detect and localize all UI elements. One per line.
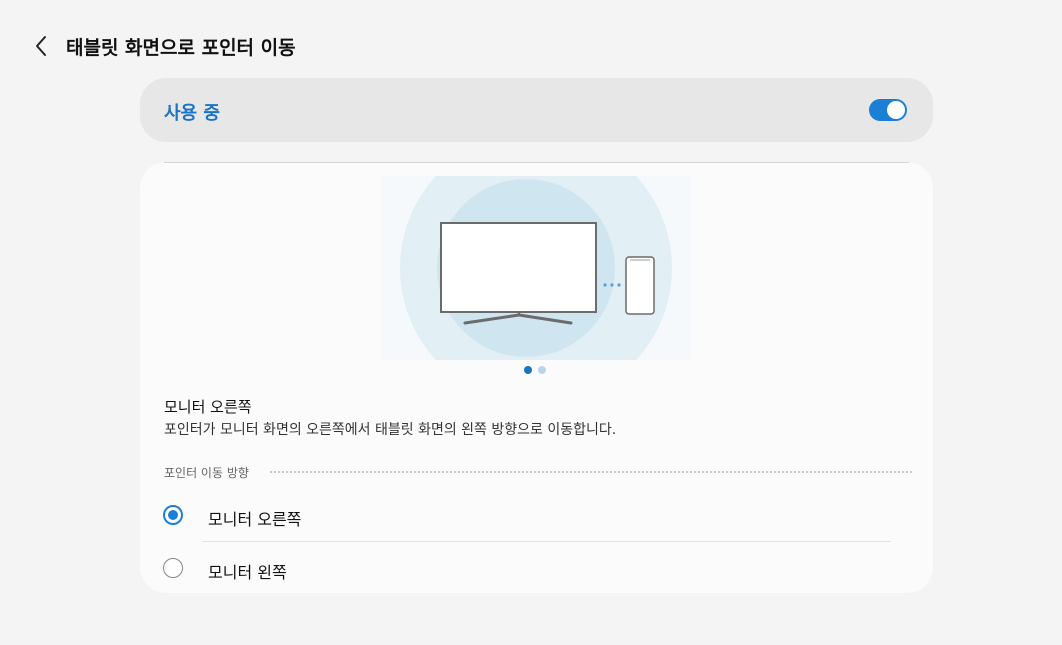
- toggle-knob: [887, 101, 905, 119]
- connection-dots-icon: [603, 283, 621, 287]
- card-top-divider: [164, 162, 909, 163]
- option-monitor-left[interactable]: 모니터 왼쪽: [140, 548, 933, 592]
- option-monitor-right[interactable]: 모니터 오른쪽: [140, 495, 933, 539]
- pager-dot-1[interactable]: [524, 366, 532, 374]
- row-divider: [203, 541, 891, 542]
- monitor-tablet-illustration: [381, 176, 691, 360]
- description-body: 포인터가 모니터 화면의 오른쪽에서 태블릿 화면의 왼쪽 방향으로 이동합니다…: [164, 422, 617, 438]
- master-switch-bar[interactable]: 사용 중: [140, 78, 933, 142]
- monitor-icon: [440, 222, 597, 325]
- radio-button-unchecked[interactable]: [163, 558, 183, 578]
- page-title: 태블릿 화면으로 포인터 이동: [66, 37, 296, 59]
- option-label: 모니터 오른쪽: [208, 510, 302, 529]
- phone-icon: [625, 256, 655, 315]
- master-switch-label: 사용 중: [164, 103, 220, 124]
- option-label: 모니터 왼쪽: [208, 563, 287, 582]
- app-header: 태블릿 화면으로 포인터 이동: [0, 28, 1062, 64]
- pager-dot-2[interactable]: [538, 366, 546, 374]
- chevron-left-icon: [36, 36, 46, 56]
- illustration-pager: [524, 366, 546, 374]
- radio-button-checked[interactable]: [163, 505, 183, 525]
- master-toggle[interactable]: [869, 99, 907, 121]
- description-title: 모니터 오른쪽: [164, 398, 252, 416]
- section-divider: [270, 471, 912, 473]
- section-header: 포인터 이동 방향: [164, 466, 249, 480]
- back-button[interactable]: [26, 30, 56, 62]
- settings-card: 모니터 오른쪽 포인터가 모니터 화면의 오른쪽에서 태블릿 화면의 왼쪽 방향…: [140, 162, 933, 593]
